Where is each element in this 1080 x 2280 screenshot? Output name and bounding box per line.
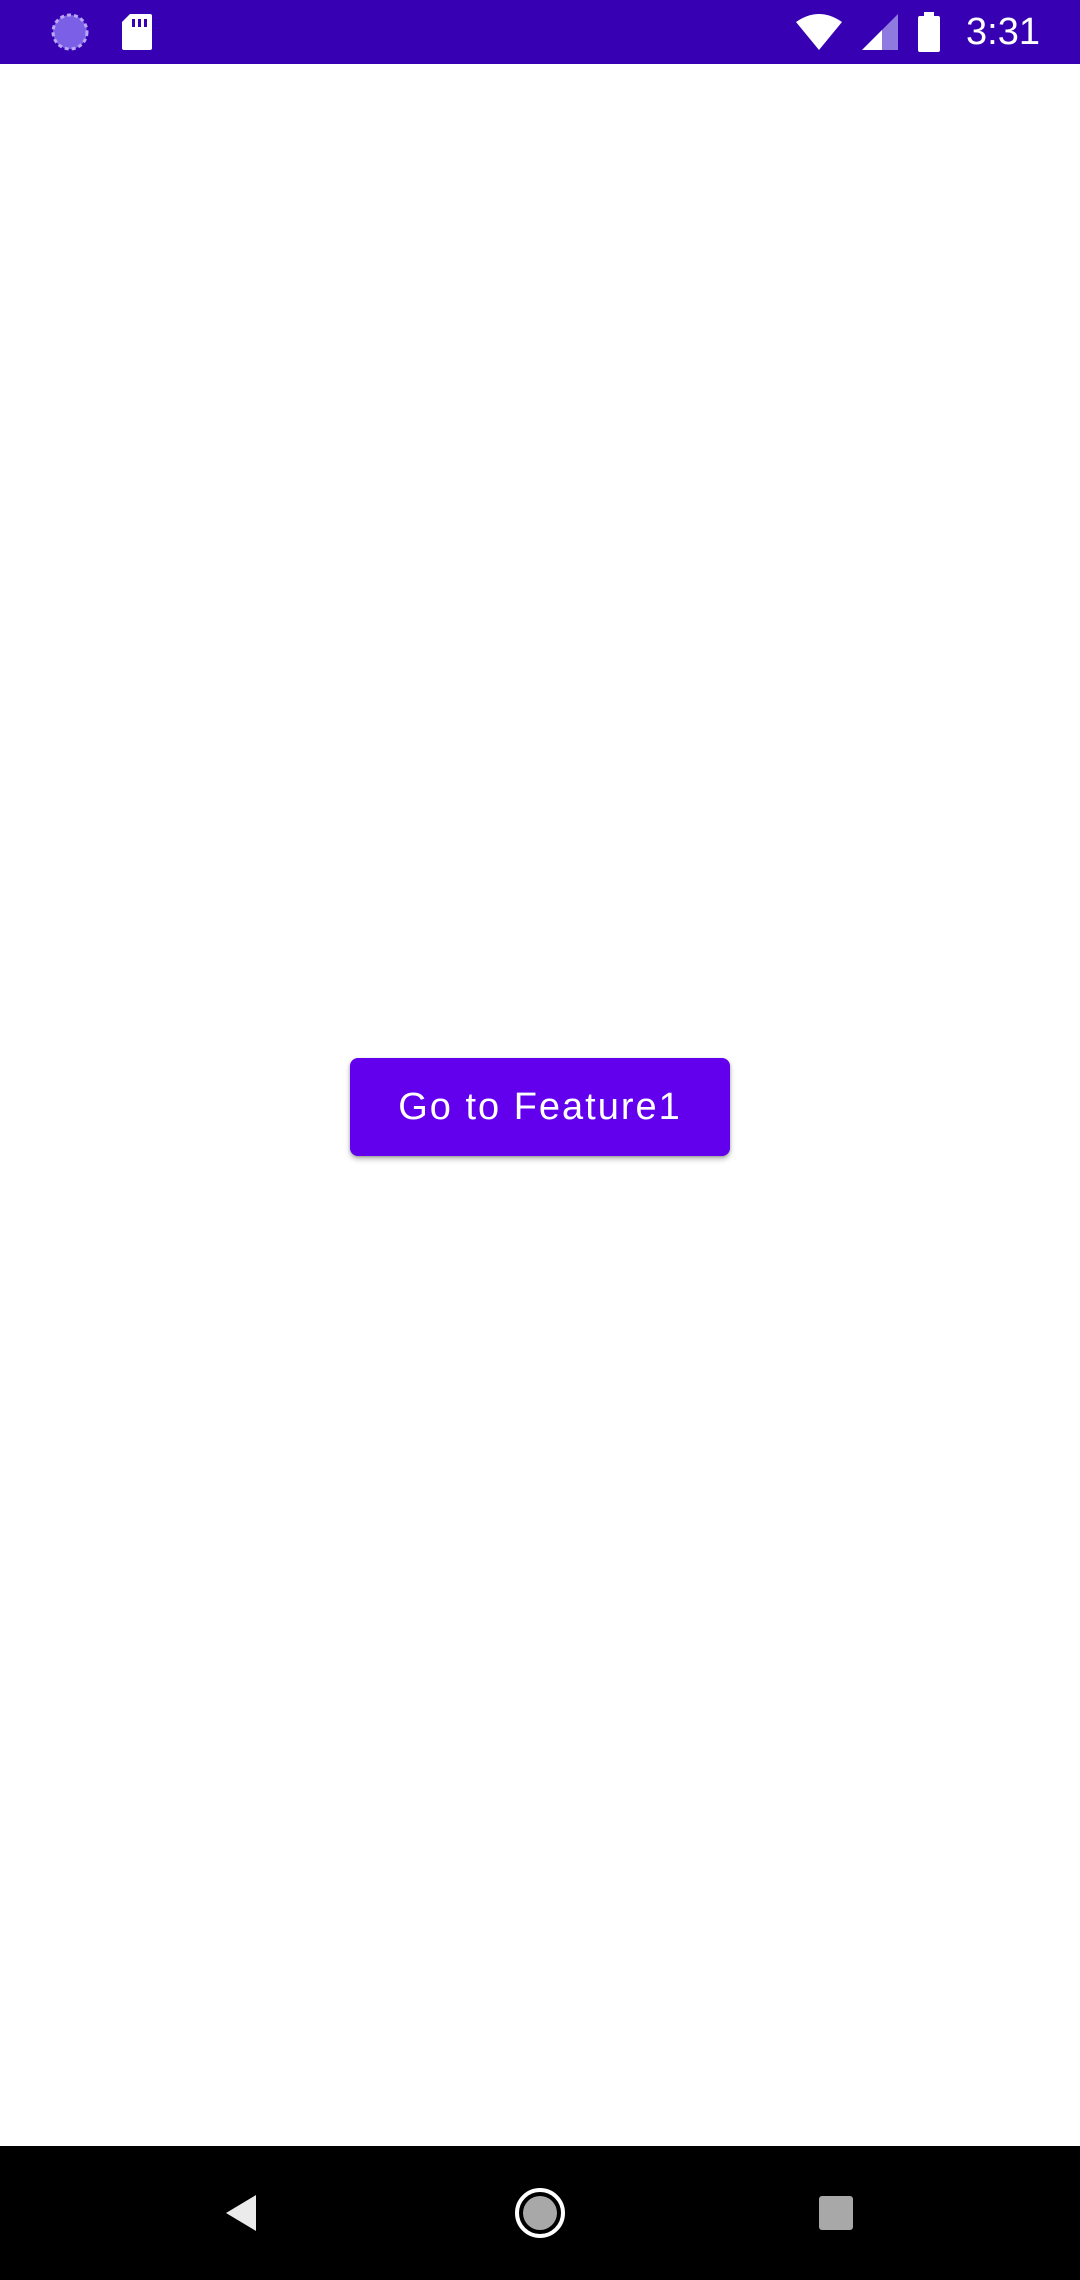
go-to-feature1-button[interactable]: Go to Feature1 [350,1058,730,1156]
wifi-icon [794,12,844,52]
battery-icon [916,11,942,53]
back-button[interactable] [172,2146,312,2280]
back-icon [222,2193,262,2233]
home-icon [513,2186,567,2240]
recents-icon [817,2194,855,2232]
status-left-icons [50,0,154,64]
home-button[interactable] [470,2146,610,2280]
cellular-signal-icon [860,12,900,52]
navigation-bar [0,2146,1080,2280]
recents-button[interactable] [766,2146,906,2280]
status-bar: 3:31 [0,0,1080,64]
loading-circle-icon [50,12,90,52]
status-time: 3:31 [966,10,1040,53]
status-right-icons: 3:31 [794,0,1040,64]
main-content: Go to Feature1 [0,64,1080,2146]
sd-card-icon [120,12,154,52]
